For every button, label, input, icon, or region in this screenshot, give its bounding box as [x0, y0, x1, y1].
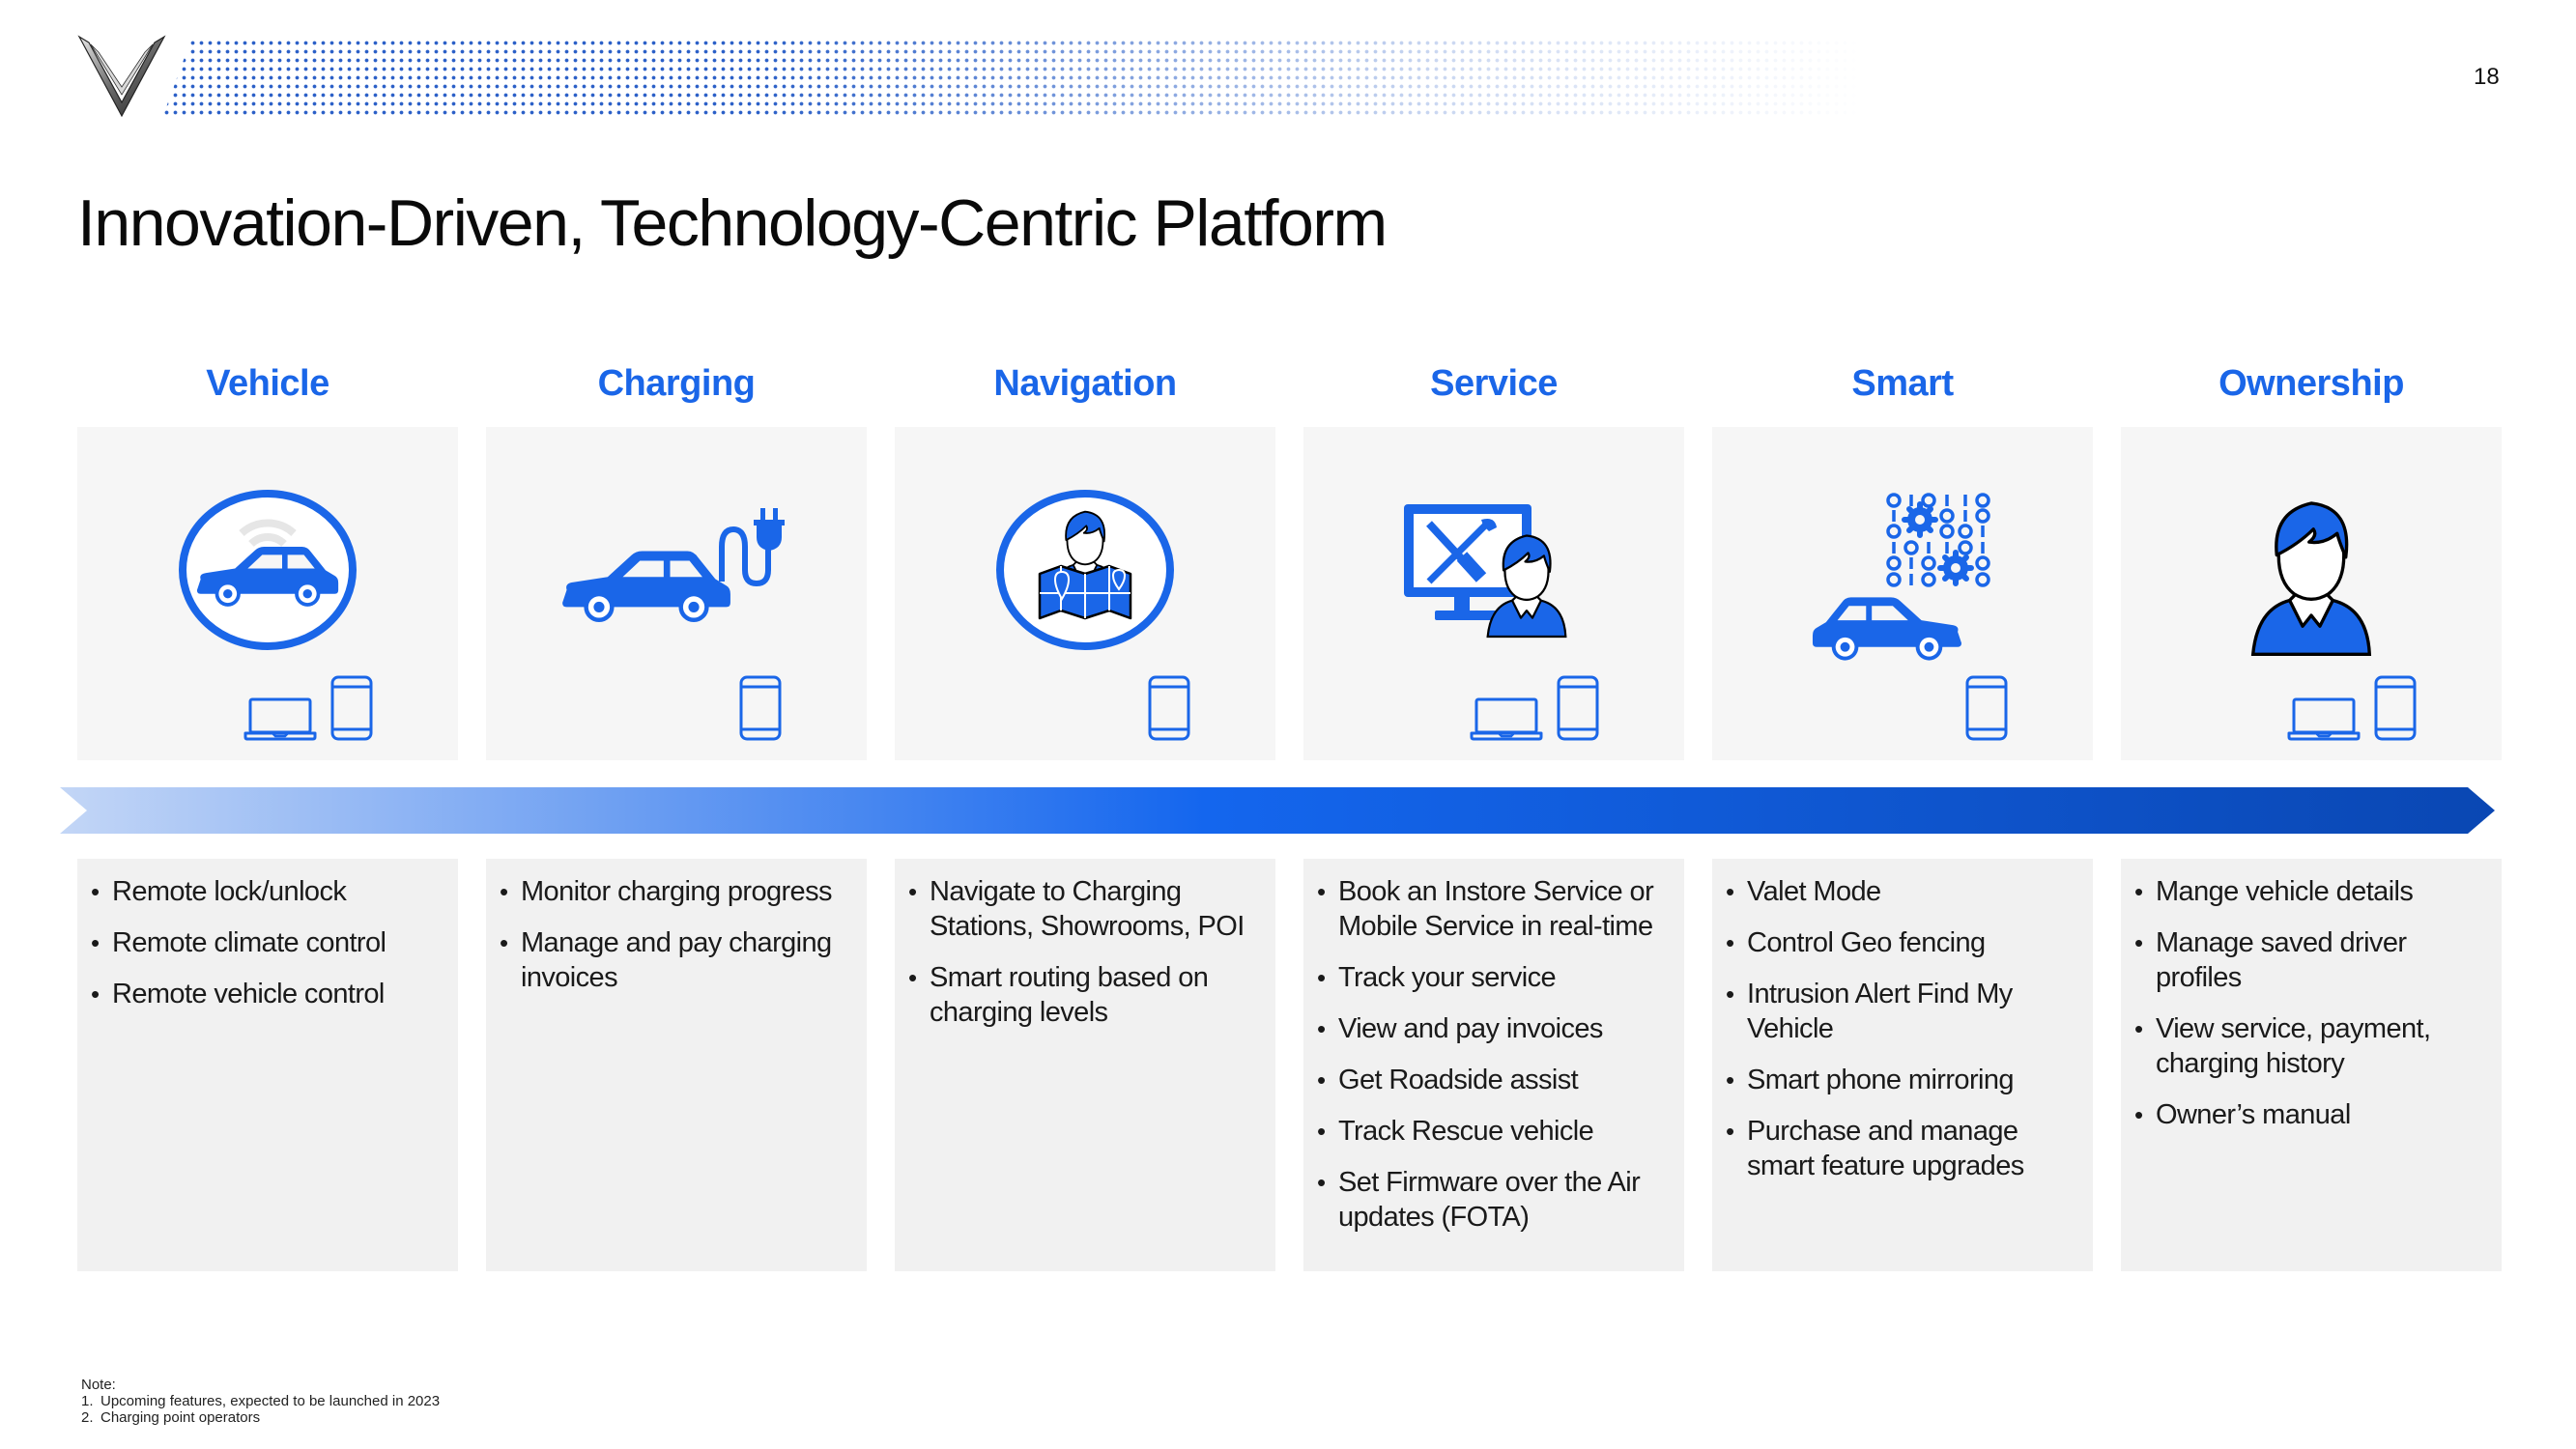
phone-icon — [1148, 675, 1190, 741]
feature-item: Control Geo fencing — [1726, 925, 2074, 960]
column-header-navigation: Navigation — [993, 363, 1177, 404]
feature-card-navigation — [895, 427, 1275, 760]
feature-item: Remote lock/unlock — [91, 874, 439, 909]
footnote-text: Charging point operators — [100, 1409, 261, 1426]
progression-arrow — [60, 787, 2495, 834]
phone-icon — [330, 675, 373, 741]
column-header-ownership: Ownership — [2218, 363, 2404, 404]
person-with-map-icon — [996, 490, 1174, 650]
feature-item: View service, payment, charging history — [2134, 1011, 2482, 1081]
feature-card-service — [1303, 427, 1684, 760]
technician-monitor-tools-icon — [1404, 504, 1567, 639]
feature-item: Remote vehicle control — [91, 977, 439, 1011]
column-header-charging: Charging — [597, 363, 756, 404]
feature-item: View and pay invoices — [1317, 1011, 1665, 1046]
feature-item: Monitor charging progress — [500, 874, 847, 909]
car-charging-plug-icon — [562, 508, 785, 622]
page-number: 18 — [2474, 64, 2500, 90]
phone-icon — [1557, 675, 1599, 741]
feature-list-navigation: Navigate to Charging Stations, Showrooms… — [895, 859, 1275, 1271]
car-in-circle-wifi-icon — [179, 490, 357, 650]
feature-item: Smart routing based on charging levels — [908, 960, 1256, 1030]
feature-item: Intrusion Alert Find My Vehicle — [1726, 977, 2074, 1046]
feature-item: Smart phone mirroring — [1726, 1063, 2074, 1097]
footnote-heading: Note: — [81, 1377, 116, 1393]
feature-card-vehicle — [77, 427, 458, 760]
feature-item: Owner’s manual — [2134, 1097, 2482, 1132]
feature-item: Manage saved driver profiles — [2134, 925, 2482, 995]
feature-list-smart: Valet Mode Control Geo fencing Intrusion… — [1712, 859, 2093, 1271]
car-binary-gears-icon — [1812, 493, 1990, 661]
footnote-item: 2. Charging point operators — [81, 1409, 440, 1426]
laptop-icon — [243, 696, 317, 741]
feature-list-ownership: Mange vehicle details Manage saved drive… — [2121, 859, 2502, 1271]
feature-item: Valet Mode — [1726, 874, 2074, 909]
laptop-icon — [1470, 696, 1543, 741]
phone-icon — [1965, 675, 2008, 741]
phone-icon — [739, 675, 782, 741]
page-title: Innovation-Driven, Technology-Centric Pl… — [77, 186, 1388, 260]
feature-card-smart — [1712, 427, 2093, 760]
device-availability — [1965, 671, 2008, 741]
feature-item: Track Rescue vehicle — [1317, 1114, 1665, 1149]
feature-item: Navigate to Charging Stations, Showrooms… — [908, 874, 1256, 944]
feature-list-charging: Monitor charging progress Manage and pay… — [486, 859, 867, 1271]
footnote-item: 1. Upcoming features, expected to be laun… — [81, 1393, 440, 1409]
feature-card-ownership — [2121, 427, 2502, 760]
footnotes: Note: 1. Upcoming features, expected to b… — [81, 1377, 440, 1426]
feature-item: Track your service — [1317, 960, 1665, 995]
feature-card-charging — [486, 427, 867, 760]
feature-item: Get Roadside assist — [1317, 1063, 1665, 1097]
column-header-smart: Smart — [1851, 363, 1954, 404]
feature-item: Set Firmware over the Air updates (FOTA) — [1317, 1165, 1665, 1235]
device-availability — [1148, 671, 1190, 741]
feature-item: Manage and pay charging invoices — [500, 925, 847, 995]
feature-list-service: Book an Instore Service or Mobile Servic… — [1303, 859, 1684, 1271]
feature-item: Remote climate control — [91, 925, 439, 960]
footnote-text: Upcoming features, expected to be launch… — [100, 1393, 441, 1409]
feature-item: Mange vehicle details — [2134, 874, 2482, 909]
laptop-icon — [2287, 696, 2361, 741]
device-availability — [739, 671, 782, 741]
feature-item: Purchase and manage smart feature upgrad… — [1726, 1114, 2074, 1183]
device-availability — [1470, 671, 1599, 741]
device-availability — [243, 671, 373, 741]
person-avatar-icon — [2251, 501, 2371, 656]
footnote-number: 2. — [81, 1409, 94, 1426]
dotted-header-band — [162, 39, 1863, 118]
device-availability — [2287, 671, 2417, 741]
vinfast-logo — [77, 35, 166, 118]
phone-icon — [2374, 675, 2417, 741]
column-header-service: Service — [1430, 363, 1558, 404]
feature-item: Book an Instore Service or Mobile Servic… — [1317, 874, 1665, 944]
footnote-number: 1. — [81, 1393, 94, 1409]
feature-list-vehicle: Remote lock/unlock Remote climate contro… — [77, 859, 458, 1271]
column-header-vehicle: Vehicle — [206, 363, 329, 404]
